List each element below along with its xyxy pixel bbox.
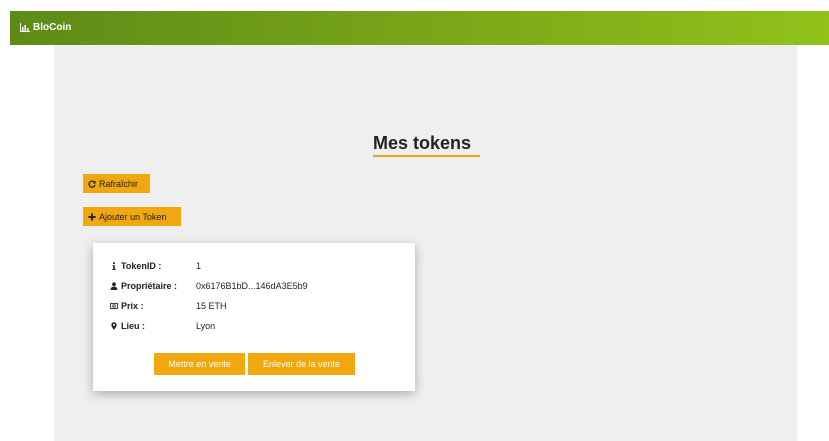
map-marker-icon (110, 322, 118, 330)
user-icon (110, 282, 118, 290)
refresh-label: Rafraîchir (99, 178, 139, 189)
remove-from-sale-button[interactable]: Enlever de la vente (248, 353, 355, 375)
add-token-button[interactable]: Ajouter un Token (83, 207, 181, 226)
token-card: TokenID : 1 Propriétaire : 0x6176B1bD...… (93, 243, 415, 391)
plus-icon (88, 212, 96, 221)
token-field-location: Lieu : Lyon (110, 320, 215, 332)
brand-link[interactable]: BloCoin (20, 22, 71, 33)
field-value: Lyon (196, 321, 216, 331)
info-icon (110, 262, 118, 270)
token-field-id: TokenID : 1 (110, 260, 201, 272)
field-value: 15 ETH (196, 301, 227, 311)
add-token-label: Ajouter un Token (99, 211, 167, 222)
brand-label: BloCoin (33, 22, 72, 33)
sell-button[interactable]: Mettre en vente (154, 353, 245, 375)
chart-bar-icon (20, 23, 30, 32)
token-field-owner: Propriétaire : 0x6176B1bD...146dA3E5b9 (110, 280, 308, 292)
refresh-button[interactable]: Rafraîchir (83, 174, 150, 193)
field-label: Propriétaire : (121, 281, 178, 291)
field-label: Prix : (121, 301, 144, 311)
field-label: Lieu : (121, 321, 145, 331)
field-label: TokenID : (121, 261, 162, 271)
token-field-price: Prix : 15 ETH (110, 300, 227, 312)
field-value: 0x6176B1bD...146dA3E5b9 (196, 281, 308, 291)
refresh-icon (88, 180, 96, 188)
title-underline (373, 155, 480, 157)
money-icon (110, 302, 118, 310)
field-value: 1 (196, 261, 202, 271)
navbar: BloCoin (10, 11, 829, 45)
page-title: Mes tokens (373, 133, 472, 153)
